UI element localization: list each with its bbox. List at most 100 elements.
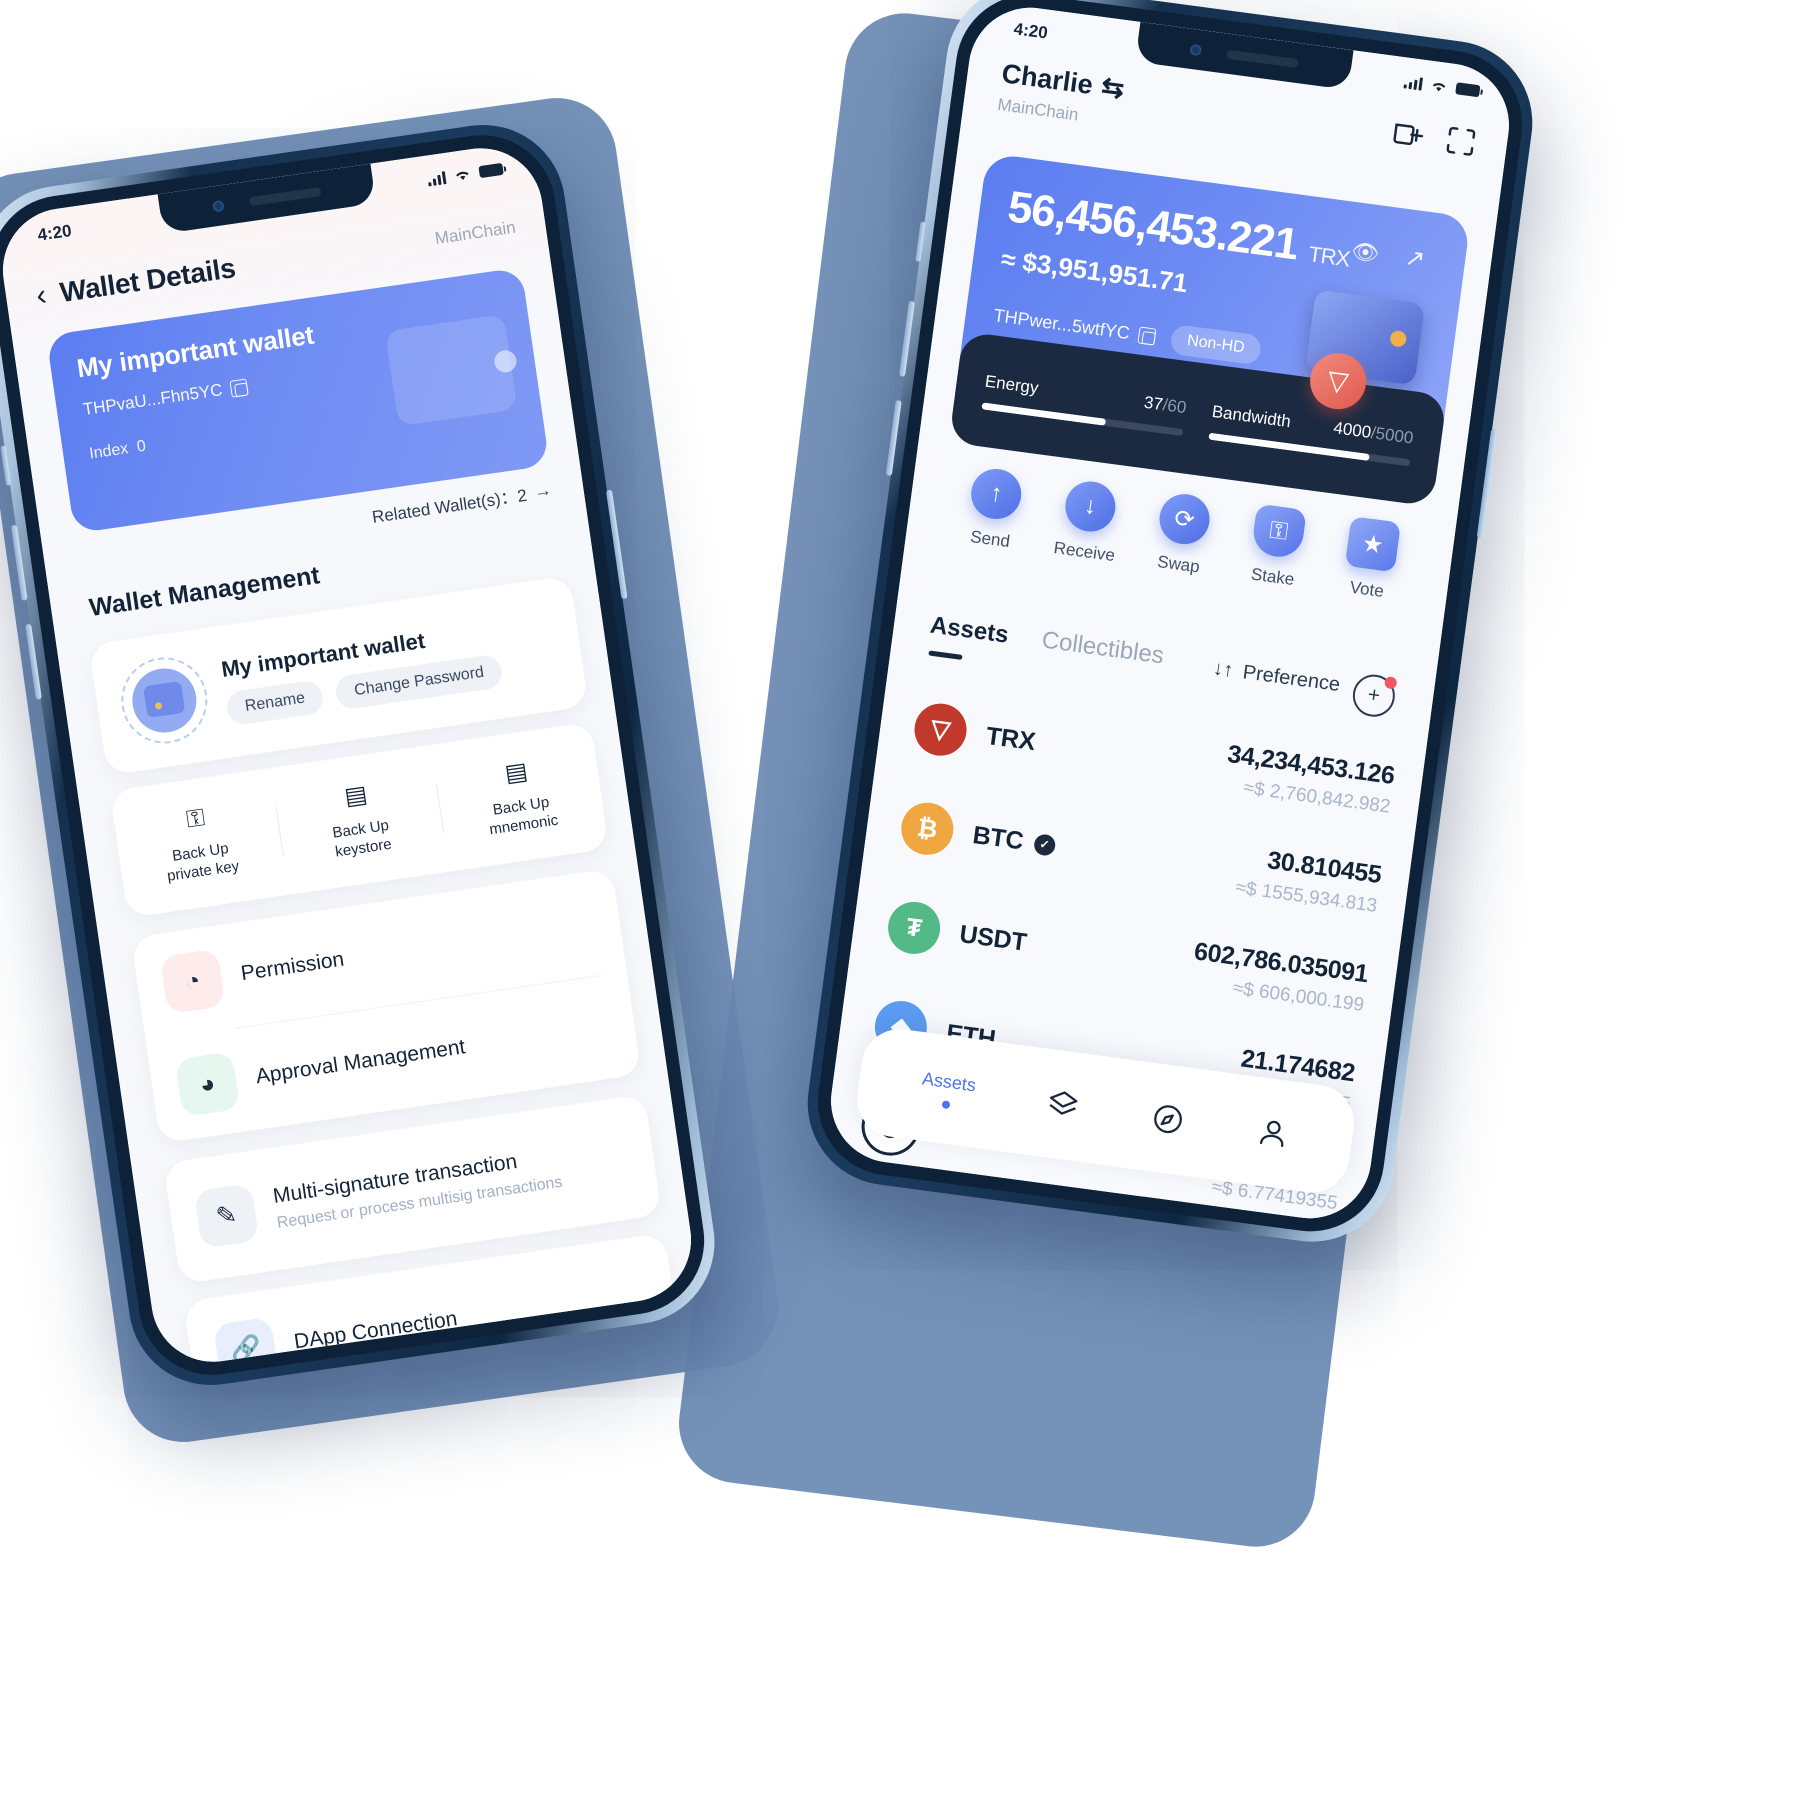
nav-explore[interactable] xyxy=(1149,1100,1187,1138)
tron-coin-icon: ▽ xyxy=(911,700,970,759)
tab-collectibles[interactable]: Collectibles xyxy=(1040,626,1165,670)
energy-value: 37/60 xyxy=(1142,392,1188,418)
rename-button[interactable]: Rename xyxy=(224,679,326,727)
page-title: Wallet Details xyxy=(57,252,238,309)
asset-values: 602,786.035091 ≈$ 606,000.199 xyxy=(1189,937,1370,1017)
sort-icon: ↓↑ xyxy=(1211,657,1235,682)
copy-icon[interactable] xyxy=(229,378,249,398)
bandwidth-max: 5000 xyxy=(1374,423,1415,448)
copy-icon-right[interactable] xyxy=(1137,325,1157,346)
stake-shield-icon: ⚿ xyxy=(1250,503,1307,560)
eye-icon[interactable]: 👁 xyxy=(1350,238,1381,267)
multisig-text: Multi-signature transaction Request or p… xyxy=(272,1144,564,1233)
status-time-right: 4:20 xyxy=(1012,19,1049,43)
tab-assets[interactable]: Assets xyxy=(928,612,1011,650)
earpiece-speaker xyxy=(248,186,322,206)
preference-label: Preference xyxy=(1241,661,1342,697)
asset-symbol-text: TRX xyxy=(984,721,1038,756)
mnemonic-icon: ▤ xyxy=(503,757,530,788)
pencil-icon: ✎ xyxy=(193,1183,260,1249)
layers-icon xyxy=(1049,1091,1078,1115)
energy-fill xyxy=(981,402,1107,426)
action-receive-label: Receive xyxy=(1052,538,1117,566)
add-token-icon[interactable]: + xyxy=(1350,672,1398,720)
front-camera-icon-right xyxy=(1189,43,1202,56)
backup-mnemonic-button[interactable]: ▤ Back Up mnemonic xyxy=(434,747,605,847)
key-icon: ⚿ xyxy=(184,804,207,834)
asset-symbol-text: USDT xyxy=(957,919,1029,957)
asset-symbol: TRX xyxy=(984,721,1037,756)
signal-icon xyxy=(427,170,447,187)
wallet-management-info: My important wallet Rename Change Passwo… xyxy=(220,618,505,727)
resource-energy[interactable]: Energy 37/60 xyxy=(981,371,1188,437)
action-vote[interactable]: ★ Vote xyxy=(1320,513,1422,605)
menu-item-approval-label: Approval Management xyxy=(254,1035,467,1089)
explore-icon xyxy=(1154,1105,1182,1134)
permission-user-icon: ◔ xyxy=(159,948,226,1015)
wallet-index-value: 0 xyxy=(135,437,148,456)
profile-icon xyxy=(1259,1120,1284,1147)
action-send[interactable]: ↑ Send xyxy=(943,463,1045,555)
menu-item-permission-label: Permission xyxy=(239,947,346,986)
wallet-address-text: THPvaU...Fhn5YC xyxy=(81,380,224,420)
account-block[interactable]: Charlie ⇆ MainChain xyxy=(996,58,1126,131)
battery-icon-right xyxy=(1455,82,1481,98)
header-actions xyxy=(1389,110,1479,159)
status-time: 4:20 xyxy=(36,221,73,245)
asset-symbol-text: BTC xyxy=(971,820,1026,855)
wifi-icon xyxy=(456,171,469,181)
wifi-icon-right xyxy=(1432,83,1446,92)
status-indicators-right xyxy=(1403,74,1481,98)
signal-icon-right xyxy=(1403,75,1424,91)
front-camera-icon xyxy=(212,199,225,212)
related-wallets-label: Related Wallet(s)：2 xyxy=(370,485,529,527)
wallet-avatar-icon xyxy=(128,664,201,737)
permissions-card: ◔ Permission ◕ Approval Management xyxy=(130,868,642,1144)
action-stake-label: Stake xyxy=(1249,564,1296,590)
swap-accounts-icon[interactable]: ⇆ xyxy=(1099,71,1126,105)
energy-max: 60 xyxy=(1166,395,1188,418)
action-swap[interactable]: ⟳ Swap xyxy=(1132,488,1234,580)
chevron-right-icon: → xyxy=(532,479,553,501)
chain-label: MainChain xyxy=(433,217,517,249)
arrow-up-right-icon[interactable]: ↗ xyxy=(1403,243,1427,274)
action-receive[interactable]: ↓ Receive xyxy=(1037,476,1139,568)
action-stake[interactable]: ⚿ Stake xyxy=(1226,501,1328,593)
bandwidth-label: Bandwidth xyxy=(1210,401,1292,432)
approval-user-check-icon: ◕ xyxy=(174,1051,241,1118)
backup-private-key-button[interactable]: ⚿ Back Up private key xyxy=(113,793,284,893)
resource-bandwidth[interactable]: Bandwidth 4000/5000 xyxy=(1208,401,1415,467)
receive-arrow-down-icon: ↓ xyxy=(1062,478,1119,535)
link-icon: 🔗 xyxy=(212,1316,279,1370)
section-title: Wallet Management xyxy=(87,561,322,623)
status-indicators xyxy=(427,162,504,187)
energy-label: Energy xyxy=(983,371,1040,398)
nav-assets[interactable]: Assets xyxy=(919,1068,977,1112)
asset-symbol: BTC ✓ xyxy=(971,821,1057,861)
nav-active-dot xyxy=(941,1099,951,1109)
preference-button[interactable]: ↓↑ Preference xyxy=(1212,657,1342,697)
asset-values: 30.810455 ≈$ 1555,934.813 xyxy=(1234,842,1383,917)
scan-qr-icon[interactable] xyxy=(1443,123,1479,159)
send-arrow-up-icon: ↑ xyxy=(968,465,1025,523)
wallet-avatar-ring xyxy=(115,651,214,750)
backup-keystore-button[interactable]: ▤ Back Up keystore xyxy=(274,770,445,870)
action-vote-label: Vote xyxy=(1348,577,1385,601)
wallet-index-label: Index xyxy=(88,440,130,463)
asset-symbol: USDT xyxy=(957,919,1029,958)
swap-icon: ⟳ xyxy=(1156,491,1213,548)
nav-profile[interactable] xyxy=(1254,1114,1292,1152)
account-name: Charlie xyxy=(999,58,1095,101)
balance-unit: TRX xyxy=(1306,241,1351,272)
wallet-type-badge: Non-HD xyxy=(1169,323,1263,366)
earpiece-speaker-right xyxy=(1226,49,1299,68)
bandwidth-current: 4000 xyxy=(1332,418,1373,442)
bitcoin-coin-icon: ₿ xyxy=(898,799,957,859)
add-wallet-icon[interactable] xyxy=(1389,116,1425,152)
action-send-label: Send xyxy=(969,527,1012,552)
nav-layers[interactable] xyxy=(1044,1086,1082,1124)
nav-assets-label: Assets xyxy=(921,1067,978,1095)
asset-tabs: Assets Collectibles xyxy=(928,612,1166,671)
battery-icon xyxy=(478,162,504,179)
back-button[interactable]: ‹ xyxy=(34,278,49,312)
